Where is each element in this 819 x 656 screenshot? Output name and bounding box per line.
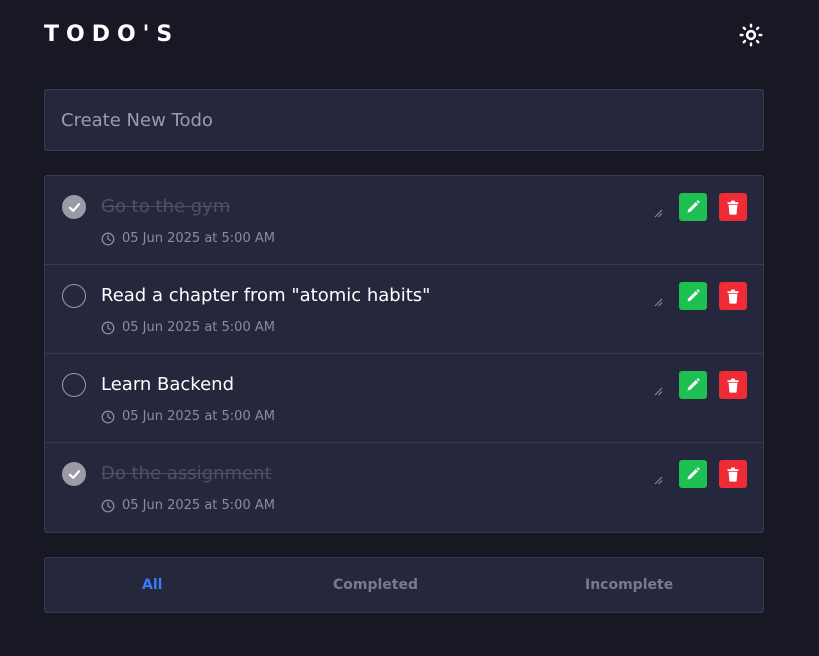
todo-text[interactable]: Learn Backend [101, 373, 234, 397]
todo-timestamp: 05 Jun 2025 at 5:00 AM [101, 409, 275, 424]
pencil-icon [687, 378, 700, 391]
pencil-icon [687, 200, 700, 213]
edit-button[interactable] [679, 193, 707, 221]
delete-button[interactable] [719, 371, 747, 399]
complete-toggle[interactable] [62, 373, 86, 397]
header: TODO'S [44, 22, 764, 50]
todo-item: Learn Backend 05 Jun 2025 at 5:00 AM [45, 354, 763, 443]
todo-time-text: 05 Jun 2025 at 5:00 AM [122, 231, 275, 246]
trash-icon [727, 378, 739, 393]
pencil-icon [687, 289, 700, 302]
todo-timestamp: 05 Jun 2025 at 5:00 AM [101, 231, 275, 246]
todo-item: Read a chapter from "atomic habits" 05 J… [45, 265, 763, 354]
delete-button[interactable] [719, 460, 747, 488]
todo-time-text: 05 Jun 2025 at 5:00 AM [122, 409, 275, 424]
new-todo-box [44, 89, 764, 151]
theme-toggle-button[interactable] [738, 22, 764, 48]
trash-icon [727, 467, 739, 482]
filter-incomplete[interactable]: Incomplete [585, 558, 673, 612]
todo-timestamp: 05 Jun 2025 at 5:00 AM [101, 498, 275, 513]
filter-completed[interactable]: Completed [333, 558, 418, 612]
edit-button[interactable] [679, 460, 707, 488]
todo-time-text: 05 Jun 2025 at 5:00 AM [122, 498, 275, 513]
trash-icon [727, 200, 739, 215]
pencil-icon [687, 467, 700, 480]
check-icon [68, 202, 80, 212]
filter-all[interactable]: All [142, 558, 162, 612]
edit-button[interactable] [679, 282, 707, 310]
edit-button[interactable] [679, 371, 707, 399]
clock-icon [101, 232, 115, 245]
todo-text[interactable]: Read a chapter from "atomic habits" [101, 284, 430, 308]
complete-toggle[interactable] [62, 195, 86, 219]
complete-toggle[interactable] [62, 462, 86, 486]
app-title: TODO'S [44, 22, 180, 47]
todo-time-text: 05 Jun 2025 at 5:00 AM [122, 320, 275, 335]
clock-icon [101, 410, 115, 423]
clock-icon [101, 321, 115, 334]
todo-item: Do the assignment 05 Jun 2025 at 5:00 AM [45, 443, 763, 532]
resize-grip-icon[interactable] [654, 209, 663, 218]
resize-grip-icon[interactable] [654, 298, 663, 307]
clock-icon [101, 499, 115, 512]
delete-button[interactable] [719, 193, 747, 221]
todo-text[interactable]: Go to the gym [101, 195, 230, 219]
todo-app: TODO'S Create New Todo Go to the gym 05 … [0, 0, 819, 656]
resize-grip-icon[interactable] [654, 476, 663, 485]
todo-text[interactable]: Do the assignment [101, 462, 272, 486]
todo-list: Go to the gym 05 Jun 2025 at 5:00 AM Rea… [44, 175, 764, 533]
check-icon [68, 469, 80, 479]
todo-item: Go to the gym 05 Jun 2025 at 5:00 AM [45, 176, 763, 265]
new-todo-input[interactable] [45, 90, 763, 150]
complete-toggle[interactable] [62, 284, 86, 308]
sun-icon [739, 23, 763, 47]
todo-timestamp: 05 Jun 2025 at 5:00 AM [101, 320, 275, 335]
delete-button[interactable] [719, 282, 747, 310]
resize-grip-icon[interactable] [654, 387, 663, 396]
filter-bar: All Completed Incomplete [44, 557, 764, 613]
trash-icon [727, 289, 739, 304]
